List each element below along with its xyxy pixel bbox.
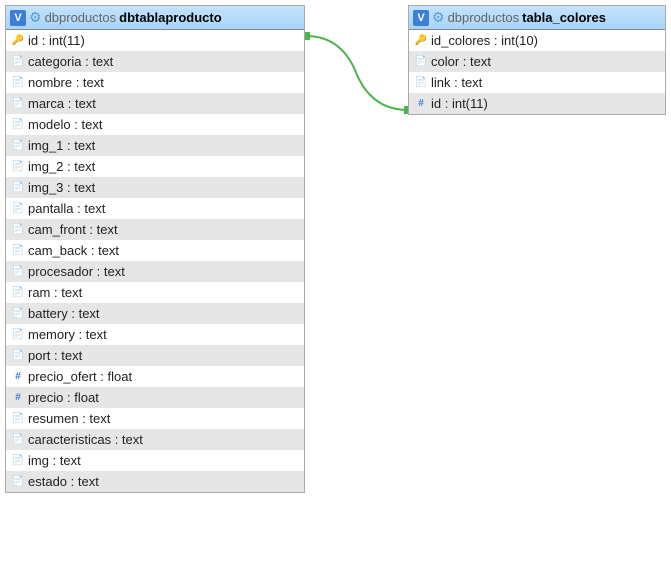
column-row[interactable]: 📄 estado : text	[6, 471, 304, 492]
columns-list: 🔑 id : int(11) 📄 categoria : text 📄 nombre : …	[6, 30, 304, 492]
column-row[interactable]: 📄 caracteristicas : text	[6, 429, 304, 450]
doc-icon: 📄	[12, 266, 24, 278]
doc-icon: 📄	[12, 455, 24, 467]
column-label: precio : float	[28, 390, 99, 405]
column-row[interactable]: 📄 img_3 : text	[6, 177, 304, 198]
column-row[interactable]: 📄 memory : text	[6, 324, 304, 345]
column-label: cam_front : text	[28, 222, 118, 237]
view-icon: V	[10, 10, 26, 26]
column-row[interactable]: # precio : float	[6, 387, 304, 408]
column-row[interactable]: 📄 cam_front : text	[6, 219, 304, 240]
column-label: modelo : text	[28, 117, 102, 132]
doc-icon: 📄	[12, 434, 24, 446]
doc-icon: 📄	[12, 56, 24, 68]
doc-icon: 📄	[12, 182, 24, 194]
table-name: tabla_colores	[522, 10, 606, 25]
column-row[interactable]: 📄 resumen : text	[6, 408, 304, 429]
column-label: img_3 : text	[28, 180, 95, 195]
column-label: id : int(11)	[28, 33, 85, 48]
doc-icon: 📄	[12, 203, 24, 215]
column-label: id_colores : int(10)	[431, 33, 538, 48]
column-label: port : text	[28, 348, 82, 363]
key-icon: 🔑	[415, 35, 427, 47]
hash-icon: #	[415, 98, 427, 110]
column-label: battery : text	[28, 306, 100, 321]
column-label: img_1 : text	[28, 138, 95, 153]
gear-icon[interactable]: ⚙	[29, 9, 42, 26]
column-label: marca : text	[28, 96, 96, 111]
table-dbtablaproducto[interactable]: V ⚙ dbproductos dbtablaproducto 🔑 id : in…	[5, 5, 305, 493]
key-icon: 🔑	[12, 35, 24, 47]
column-row[interactable]: 📄 ram : text	[6, 282, 304, 303]
column-row[interactable]: 📄 img : text	[6, 450, 304, 471]
column-label: estado : text	[28, 474, 99, 489]
column-row[interactable]: 📄 pantalla : text	[6, 198, 304, 219]
column-row[interactable]: 📄 modelo : text	[6, 114, 304, 135]
column-row[interactable]: 📄 color : text	[409, 51, 665, 72]
column-label: resumen : text	[28, 411, 110, 426]
hash-icon: #	[12, 371, 24, 383]
column-label: cam_back : text	[28, 243, 119, 258]
column-label: procesador : text	[28, 264, 125, 279]
column-label: categoria : text	[28, 54, 113, 69]
column-label: link : text	[431, 75, 482, 90]
doc-icon: 📄	[12, 245, 24, 257]
table-header[interactable]: V ⚙ dbproductos dbtablaproducto	[6, 6, 304, 30]
column-row[interactable]: 📄 link : text	[409, 72, 665, 93]
doc-icon: 📄	[12, 224, 24, 236]
column-label: nombre : text	[28, 75, 104, 90]
gear-icon[interactable]: ⚙	[432, 9, 445, 26]
column-label: precio_ofert : float	[28, 369, 132, 384]
columns-list: 🔑 id_colores : int(10) 📄 color : text 📄 link …	[409, 30, 665, 114]
column-label: ram : text	[28, 285, 82, 300]
column-row[interactable]: # precio_ofert : float	[6, 366, 304, 387]
column-row[interactable]: 📄 port : text	[6, 345, 304, 366]
column-label: img_2 : text	[28, 159, 95, 174]
view-icon: V	[413, 10, 429, 26]
column-label: caracteristicas : text	[28, 432, 143, 447]
table-header[interactable]: V ⚙ dbproductos tabla_colores	[409, 6, 665, 30]
column-row[interactable]: 📄 procesador : text	[6, 261, 304, 282]
doc-icon: 📄	[12, 329, 24, 341]
database-name: dbproductos	[45, 10, 117, 25]
doc-icon: 📄	[12, 287, 24, 299]
doc-icon: 📄	[12, 308, 24, 320]
column-row[interactable]: 📄 marca : text	[6, 93, 304, 114]
column-row[interactable]: 🔑 id_colores : int(10)	[409, 30, 665, 51]
database-name: dbproductos	[448, 10, 520, 25]
doc-icon: 📄	[415, 77, 427, 89]
column-label: pantalla : text	[28, 201, 105, 216]
column-row[interactable]: 📄 img_2 : text	[6, 156, 304, 177]
hash-icon: #	[12, 392, 24, 404]
doc-icon: 📄	[12, 77, 24, 89]
column-row[interactable]: 📄 battery : text	[6, 303, 304, 324]
doc-icon: 📄	[12, 413, 24, 425]
doc-icon: 📄	[12, 98, 24, 110]
column-label: memory : text	[28, 327, 107, 342]
column-row[interactable]: 📄 nombre : text	[6, 72, 304, 93]
column-label: color : text	[431, 54, 491, 69]
column-row[interactable]: 📄 categoria : text	[6, 51, 304, 72]
column-label: img : text	[28, 453, 81, 468]
doc-icon: 📄	[12, 119, 24, 131]
doc-icon: 📄	[12, 350, 24, 362]
column-label: id : int(11)	[431, 96, 488, 111]
doc-icon: 📄	[12, 476, 24, 488]
doc-icon: 📄	[12, 161, 24, 173]
doc-icon: 📄	[415, 56, 427, 68]
table-tabla-colores[interactable]: V ⚙ dbproductos tabla_colores 🔑 id_colore…	[408, 5, 666, 115]
doc-icon: 📄	[12, 140, 24, 152]
column-row[interactable]: # id : int(11)	[409, 93, 665, 114]
table-name: dbtablaproducto	[119, 10, 222, 25]
column-row[interactable]: 📄 cam_back : text	[6, 240, 304, 261]
column-row[interactable]: 🔑 id : int(11)	[6, 30, 304, 51]
column-row[interactable]: 📄 img_1 : text	[6, 135, 304, 156]
